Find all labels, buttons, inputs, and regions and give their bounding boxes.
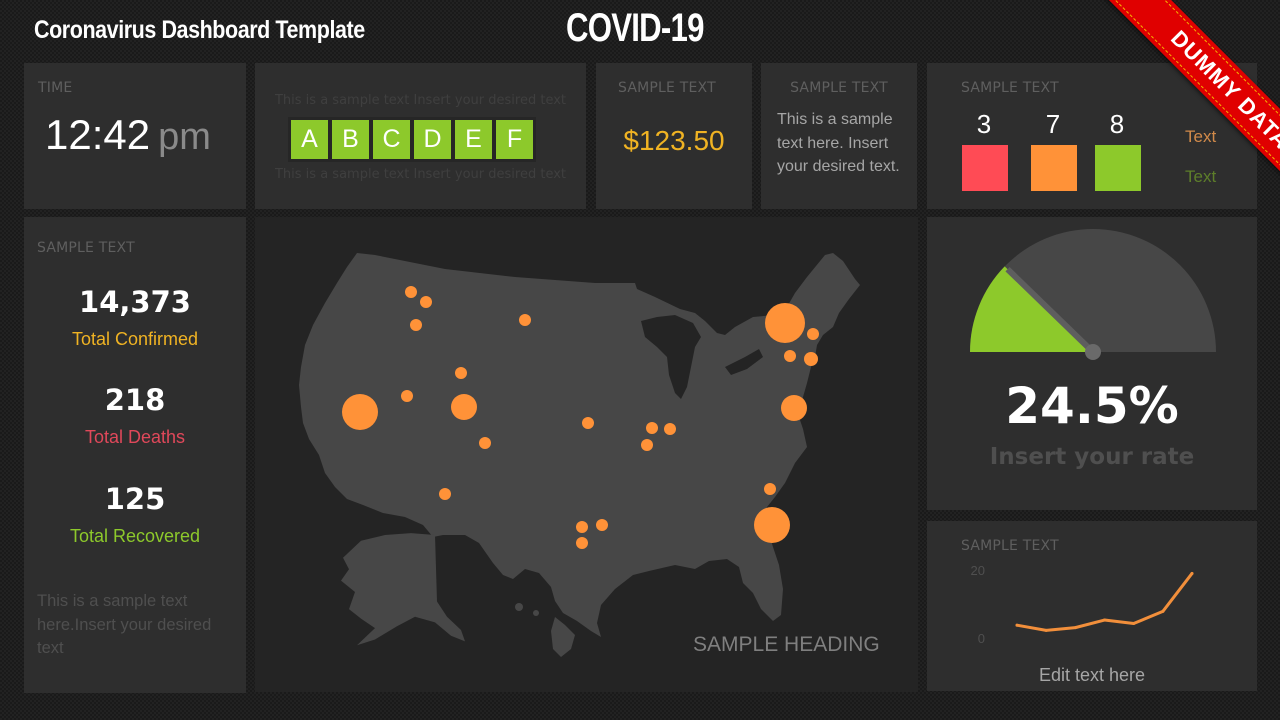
- gauge-chart: [970, 229, 1216, 360]
- text-panel: SAMPLE TEXT This is a sample text here. …: [761, 63, 917, 209]
- hotspot-marker: [641, 439, 653, 451]
- alaska-shape: [341, 533, 465, 646]
- letters-top-text: This is a sample text Insert your desire…: [274, 93, 566, 108]
- count-value-green: 8: [1109, 109, 1125, 139]
- line-chart-footer: Edit text here: [1038, 665, 1146, 685]
- us-map: [299, 253, 860, 657]
- hotspot-marker: [420, 296, 432, 308]
- total-deaths-value: 218: [104, 383, 166, 417]
- stats-panel: SAMPLE TEXT 14,373 Total Confirmed 218 T…: [24, 217, 246, 693]
- time-ampm: pm: [158, 116, 211, 158]
- count-value-red: 3: [976, 109, 992, 139]
- count-square-orange: [1031, 145, 1077, 191]
- hotspot-marker: [439, 488, 451, 500]
- map-heading: SAMPLE HEADING: [693, 633, 880, 656]
- hawaii-island: [533, 610, 539, 616]
- hotspot-marker: [765, 303, 805, 343]
- legend-text-orange: Text: [1185, 127, 1217, 146]
- gauge-label: Insert your rate: [989, 444, 1195, 470]
- total-recovered-label: Total Recovered: [69, 526, 201, 546]
- hotspot-marker: [410, 319, 422, 331]
- dashboard-title: Coronavirus Dashboard Template: [34, 16, 365, 44]
- line-chart-panel: SAMPLE TEXT 20 0 Edit text here: [927, 521, 1257, 691]
- letter-row: A B C D E F: [288, 117, 536, 162]
- price-value: $123.50: [623, 125, 725, 156]
- legend-text-green: Text: [1185, 167, 1217, 186]
- hotspot-marker: [781, 395, 807, 421]
- hotspot-marker: [342, 394, 378, 430]
- count-square-green: [1095, 145, 1141, 191]
- hotspot-marker: [401, 390, 413, 402]
- hawaii-shape: [551, 617, 575, 657]
- hotspot-marker: [646, 422, 658, 434]
- price-panel: SAMPLE TEXT $123.50: [596, 63, 752, 209]
- line-point: [1073, 626, 1077, 630]
- counts-label: SAMPLE TEXT: [961, 80, 1059, 96]
- hotspot-marker: [582, 417, 594, 429]
- total-confirmed-value: 14,373: [79, 285, 191, 319]
- hotspot-marker: [576, 521, 588, 533]
- letter-box-e: E: [455, 120, 492, 159]
- hawaii-island: [515, 603, 523, 611]
- covid-title: COVID-19: [566, 6, 704, 50]
- line-chart: 20 0: [971, 563, 1194, 646]
- time-value: 12:42: [45, 111, 151, 158]
- line-point: [1044, 628, 1048, 632]
- gauge-value: 24.5%: [1005, 377, 1179, 435]
- hotspot-marker: [596, 519, 608, 531]
- stats-label: SAMPLE TEXT: [37, 240, 135, 256]
- hotspot-marker: [754, 507, 790, 543]
- total-confirmed-label: Total Confirmed: [71, 329, 199, 349]
- gauge-hub: [1085, 344, 1101, 360]
- line-point: [1015, 623, 1019, 627]
- hotspot-marker: [451, 394, 477, 420]
- text-panel-label: SAMPLE TEXT: [790, 80, 888, 96]
- total-deaths-label: Total Deaths: [84, 427, 186, 447]
- line-points: [1015, 571, 1194, 632]
- hotspot-marker: [479, 437, 491, 449]
- letter-box-d: D: [414, 120, 451, 159]
- price-label: SAMPLE TEXT: [618, 80, 716, 96]
- y-tick-top: 20: [971, 563, 985, 578]
- hotspot-marker: [519, 314, 531, 326]
- hotspot-marker: [405, 286, 417, 298]
- letters-panel: This is a sample text Insert your desire…: [255, 63, 586, 209]
- map-panel: SAMPLE HEADING: [255, 217, 918, 692]
- time-label: TIME: [38, 80, 73, 96]
- hotspot-marker: [804, 352, 818, 366]
- counts-panel: SAMPLE TEXT 3 7 8 Text Text: [927, 63, 1257, 209]
- stats-footer-text: This is a sample text here.Insert your d…: [37, 592, 212, 657]
- letter-box-b: B: [332, 120, 369, 159]
- hotspot-marker: [664, 423, 676, 435]
- letter-box-f: F: [496, 120, 533, 159]
- time-panel: TIME 12:42 pm: [24, 63, 246, 209]
- y-tick-bottom: 0: [978, 631, 985, 646]
- letter-box-a: A: [291, 120, 328, 159]
- letter-box-c: C: [373, 120, 410, 159]
- line-point: [1190, 571, 1194, 575]
- gauge-panel: 24.5% Insert your rate: [927, 217, 1257, 510]
- hotspot-marker: [764, 483, 776, 495]
- hotspot-marker: [576, 537, 588, 549]
- line-point: [1161, 609, 1165, 613]
- text-panel-body: This is a sample text here. Insert your …: [777, 111, 900, 175]
- line-point: [1132, 621, 1136, 625]
- count-square-red: [962, 145, 1008, 191]
- line-series: [1015, 571, 1194, 632]
- letters-bottom-text: This is a sample text Insert your desire…: [274, 167, 566, 182]
- time-display: 12:42 pm: [45, 111, 211, 159]
- hotspot-marker: [807, 328, 819, 340]
- line-point: [1103, 618, 1106, 622]
- hotspot-marker: [784, 350, 796, 362]
- hotspot-marker: [455, 367, 467, 379]
- count-value-orange: 7: [1045, 109, 1061, 139]
- total-recovered-value: 125: [104, 482, 166, 516]
